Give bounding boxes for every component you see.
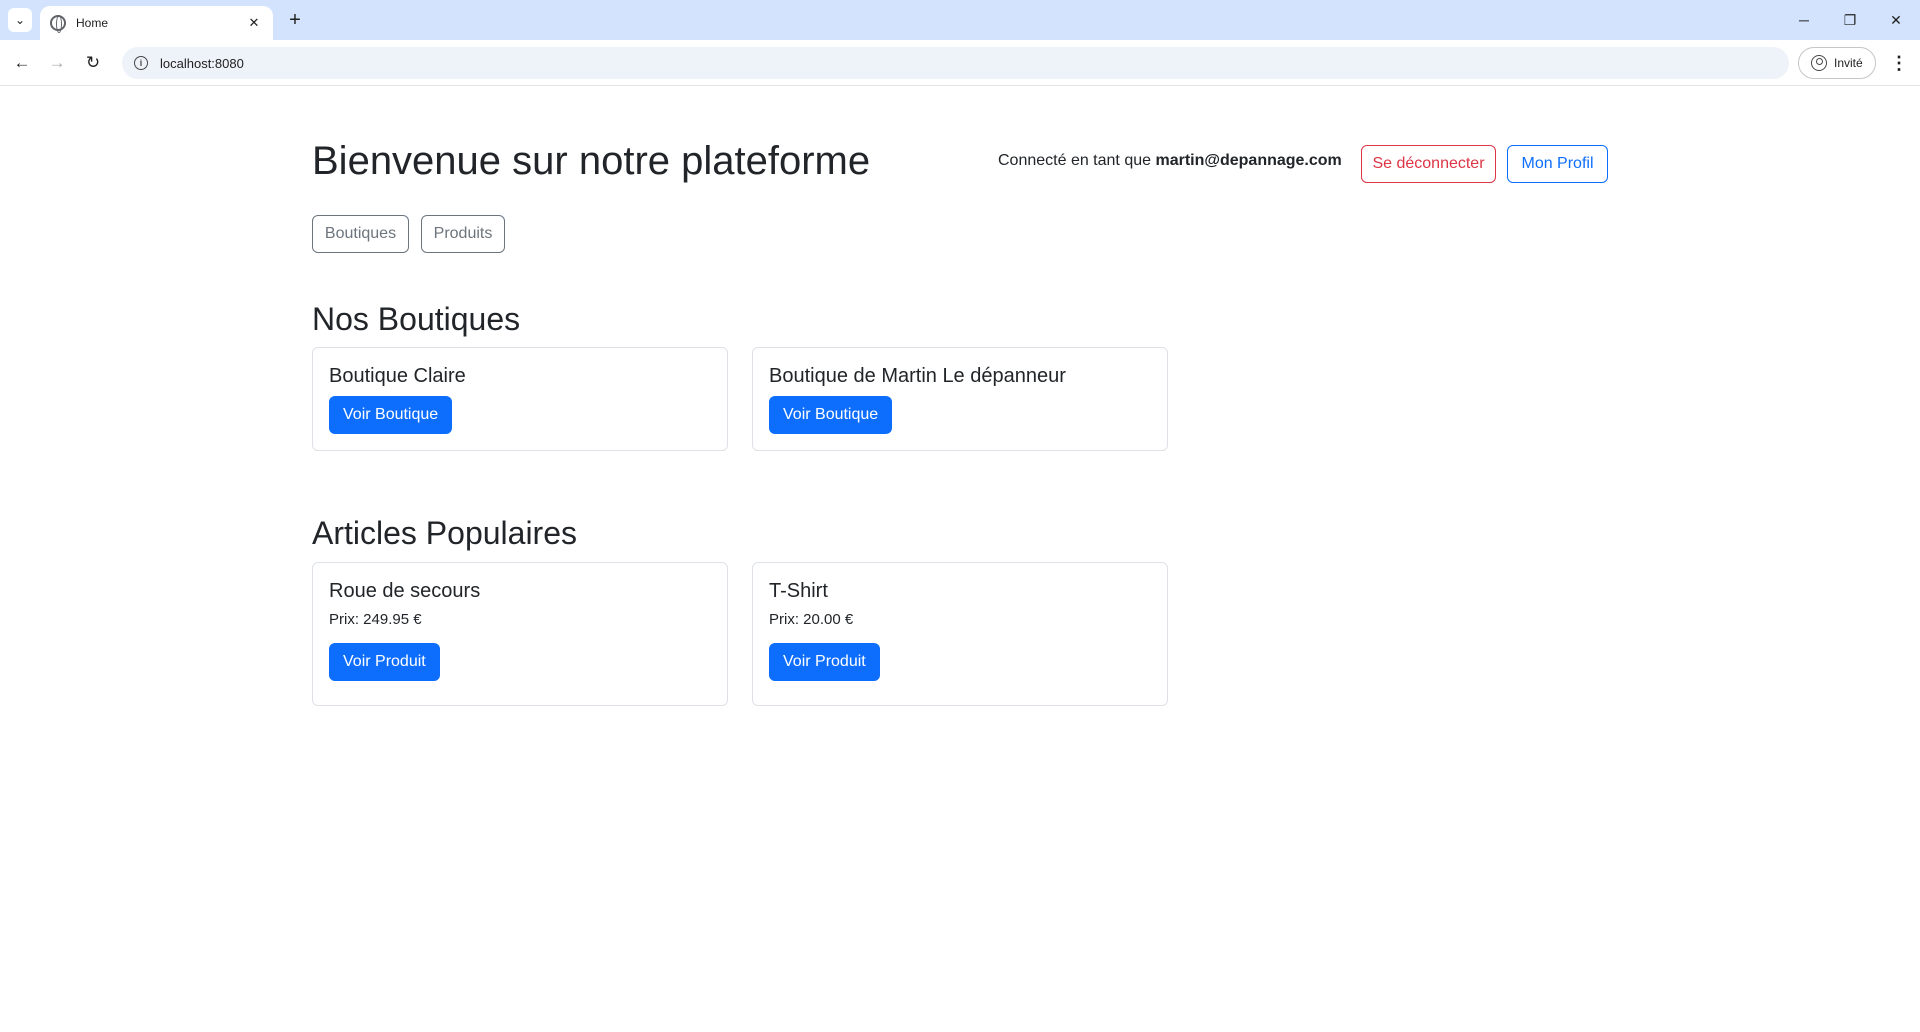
browser-toolbar: ← → ↻ i localhost:8080 Invité ⋮ <box>0 40 1920 86</box>
view-shop-button[interactable]: Voir Boutique <box>329 396 453 434</box>
article-price: Prix: 249.95 € <box>329 611 422 628</box>
kebab-menu-icon[interactable]: ⋮ <box>1885 49 1913 77</box>
shop-card: Boutique Claire Voir Boutique <box>312 347 728 451</box>
logout-button[interactable]: Se déconnecter <box>1361 145 1496 183</box>
view-shop-button[interactable]: Voir Boutique <box>769 396 893 434</box>
article-name: T-Shirt <box>769 580 828 602</box>
profile-button[interactable]: Invité <box>1798 47 1876 79</box>
profile-label: Invité <box>1834 56 1863 70</box>
view-product-button[interactable]: Voir Produit <box>329 643 440 681</box>
url-text: localhost:8080 <box>160 55 244 71</box>
article-card: Roue de secours Prix: 249.95 € Voir Prod… <box>312 562 728 706</box>
window-close-icon[interactable]: ✕ <box>1873 6 1919 34</box>
user-info: Connecté en tant que martin@depannage.co… <box>998 152 1342 170</box>
user-email: martin@depannage.com <box>1155 152 1342 169</box>
browser-tab[interactable]: Home ✕ <box>40 6 273 40</box>
reload-icon[interactable]: ↻ <box>79 49 107 77</box>
tab-title: Home <box>76 16 109 30</box>
page-title: Bienvenue sur notre plateforme <box>312 139 871 183</box>
globe-icon <box>50 15 66 33</box>
profile-icon <box>1811 55 1827 71</box>
minimize-icon[interactable]: ─ <box>1781 6 1827 34</box>
close-icon[interactable]: ✕ <box>245 15 263 31</box>
shop-card: Boutique de Martin Le dépanneur Voir Bou… <box>752 347 1168 451</box>
nav-boutiques-button[interactable]: Boutiques <box>312 215 409 253</box>
forward-icon[interactable]: → <box>43 49 71 77</box>
address-bar[interactable]: i localhost:8080 <box>122 47 1789 79</box>
back-icon[interactable]: ← <box>8 49 36 77</box>
browser-tabstrip: ⌄ Home ✕ + ─ ❐ ✕ <box>0 0 1920 40</box>
plus-icon[interactable]: + <box>283 8 307 32</box>
connected-prefix: Connecté en tant que <box>998 152 1152 169</box>
shops-section-title: Nos Boutiques <box>312 301 521 337</box>
nav-produits-button[interactable]: Produits <box>421 215 505 253</box>
tab-search-icon[interactable]: ⌄ <box>8 8 32 32</box>
view-product-button[interactable]: Voir Produit <box>769 643 880 681</box>
articles-section-title: Articles Populaires <box>312 515 577 551</box>
shop-name: Boutique Claire <box>329 365 466 387</box>
article-name: Roue de secours <box>329 580 481 602</box>
shop-name: Boutique de Martin Le dépanneur <box>769 365 1066 387</box>
article-price: Prix: 20.00 € <box>769 611 854 628</box>
restore-icon[interactable]: ❐ <box>1827 6 1873 34</box>
article-card: T-Shirt Prix: 20.00 € Voir Produit <box>752 562 1168 706</box>
page-content: Bienvenue sur notre plateforme Connecté … <box>0 87 1920 1032</box>
profile-page-button[interactable]: Mon Profil <box>1507 145 1608 183</box>
info-icon[interactable]: i <box>134 56 148 70</box>
